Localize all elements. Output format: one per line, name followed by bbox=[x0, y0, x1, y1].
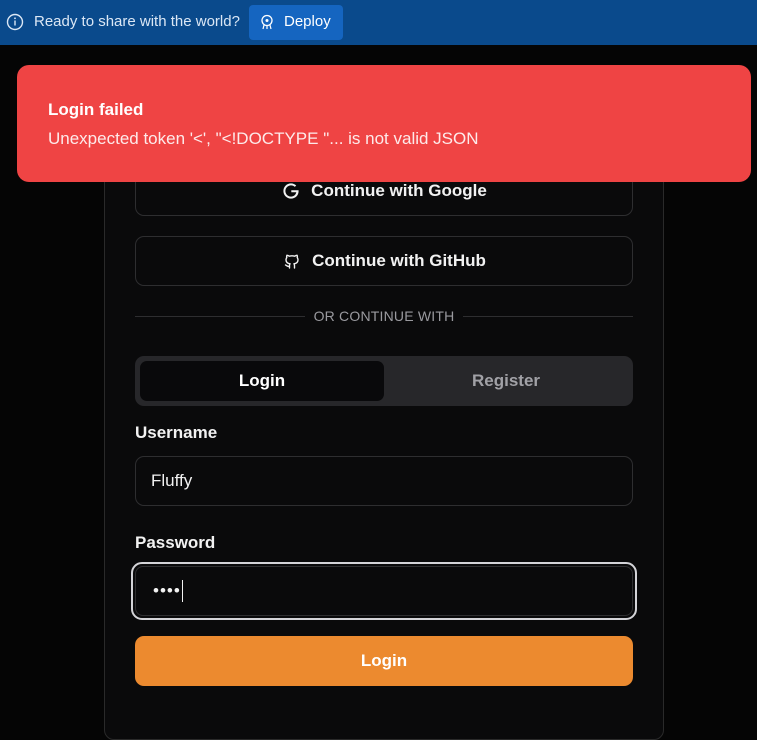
banner-text: Ready to share with the world? bbox=[34, 13, 240, 30]
tab-register[interactable]: Register bbox=[384, 361, 628, 401]
password-field[interactable]: •••• bbox=[135, 566, 633, 616]
error-toast[interactable]: Login failed Unexpected token '<', "<!DO… bbox=[17, 65, 751, 182]
google-label: Continue with Google bbox=[311, 181, 487, 200]
toast-title: Login failed bbox=[48, 100, 144, 119]
password-value: •••• bbox=[153, 581, 181, 600]
or-divider: OR CONTINUE WITH bbox=[135, 306, 633, 326]
tab-login[interactable]: Login bbox=[140, 361, 384, 401]
password-focus-ring: •••• bbox=[131, 562, 637, 620]
github-icon bbox=[284, 254, 299, 269]
deploy-button[interactable]: Deploy bbox=[249, 5, 343, 40]
deploy-banner: Ready to share with the world? Deploy bbox=[0, 0, 757, 45]
info-icon bbox=[6, 13, 24, 31]
toast-message: Unexpected token '<', "<!DOCTYPE "... is… bbox=[48, 129, 479, 148]
username-label: Username bbox=[135, 423, 218, 442]
rocket-icon bbox=[261, 14, 273, 30]
continue-with-github-button[interactable]: Continue with GitHub bbox=[135, 236, 633, 286]
login-submit-button[interactable]: Login bbox=[135, 636, 633, 686]
github-label: Continue with GitHub bbox=[312, 251, 486, 270]
password-label: Password bbox=[135, 533, 216, 552]
username-field[interactable] bbox=[135, 456, 633, 506]
auth-tabs: Login Register bbox=[135, 356, 633, 406]
google-icon bbox=[283, 183, 299, 199]
deploy-label: Deploy bbox=[284, 13, 331, 30]
divider-line-right bbox=[463, 316, 633, 317]
text-caret bbox=[181, 580, 183, 602]
